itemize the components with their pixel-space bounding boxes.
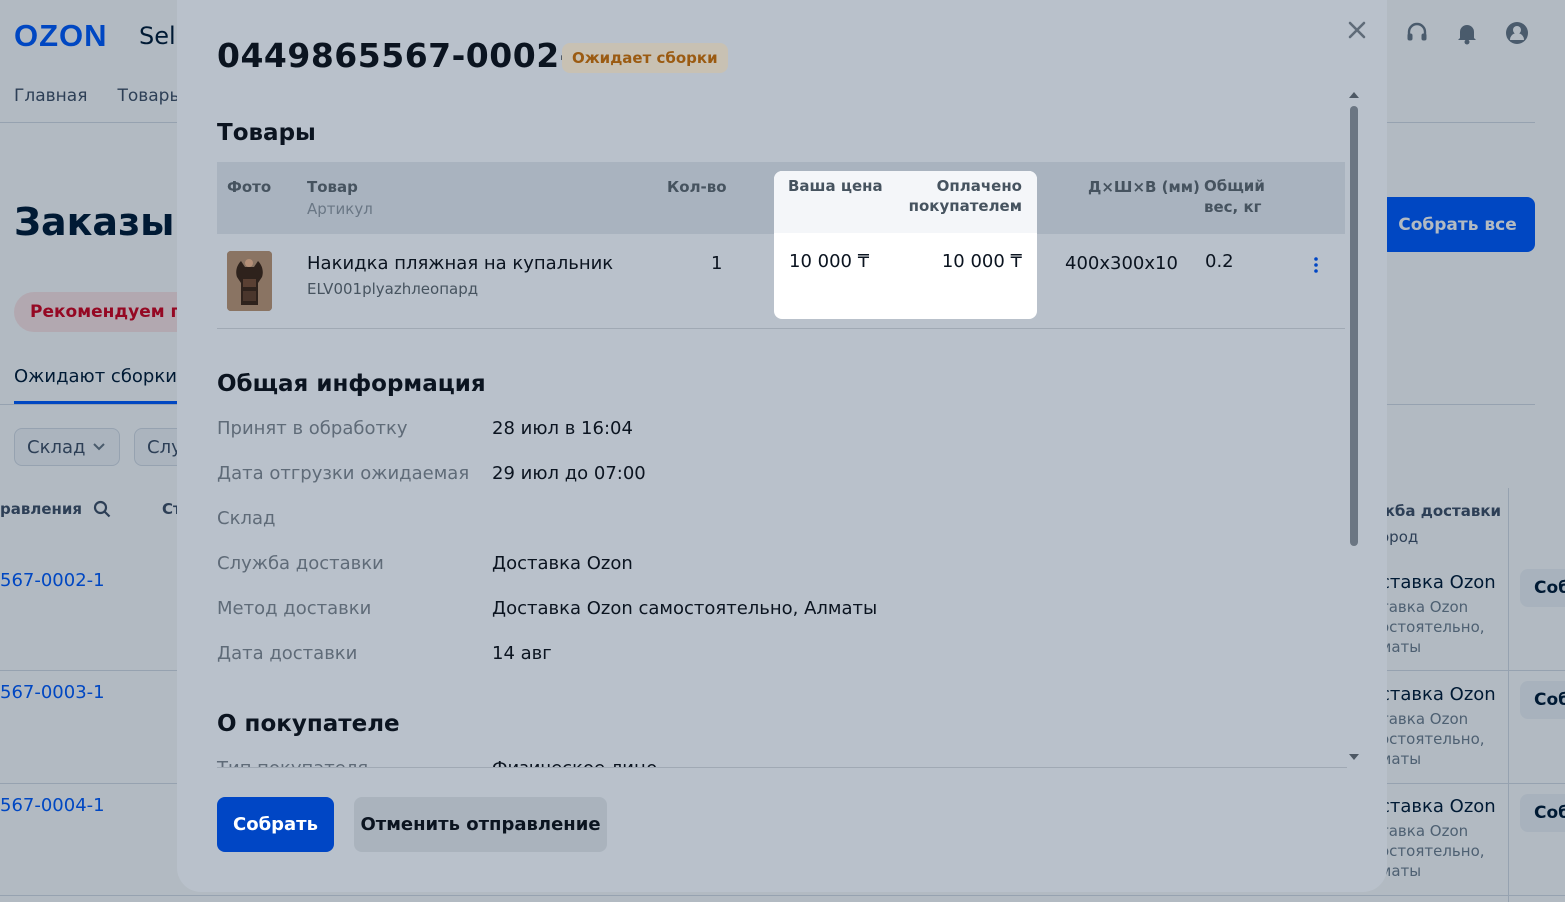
product-dimensions: 400x300x10	[1065, 253, 1178, 274]
info-value-accepted: 28 июл в 16:04	[492, 418, 633, 439]
column-photo: Фото	[227, 178, 272, 196]
scrollbar-thumb[interactable]	[1350, 106, 1358, 546]
product-quantity: 1	[711, 253, 723, 274]
cancel-shipment-button[interactable]: Отменить отправление	[354, 797, 607, 852]
info-label-expected-shipment: Дата отгрузки ожидаемая	[217, 463, 470, 484]
info-label-warehouse: Склад	[217, 508, 276, 529]
info-label-delivery-service: Служба доставки	[217, 553, 384, 574]
status-badge: Ожидает сборки	[562, 43, 728, 73]
info-value-delivery-service: Доставка Ozon	[492, 553, 633, 574]
column-dimensions: Д×Ш×В (мм)	[1088, 178, 1200, 196]
column-your-price: Ваша цена	[788, 177, 883, 195]
product-name[interactable]: Накидка пляжная на купальник	[307, 253, 613, 274]
buyer-section-title: О покупателе	[217, 711, 400, 737]
product-photo[interactable]	[227, 251, 272, 311]
info-value-delivery-date: 14 авг	[492, 643, 552, 664]
product-sku: ELV001plyazhлеопард	[307, 280, 479, 298]
more-vertical-icon[interactable]	[1310, 256, 1322, 274]
column-sku: Артикул	[307, 200, 373, 218]
close-icon[interactable]	[1345, 18, 1369, 42]
your-price-value: 10 000 ₸	[789, 251, 870, 272]
info-value-expected-shipment: 29 июл до 07:00	[492, 463, 646, 484]
info-label-delivery-date: Дата доставки	[217, 643, 358, 664]
scroll-down-arrow-icon[interactable]	[1349, 754, 1359, 760]
price-columns-highlight: Ваша цена Оплачено покупателем 10 000 ₸ …	[774, 171, 1037, 319]
column-quantity: Кол-во	[667, 178, 727, 196]
paid-value: 10 000 ₸	[941, 251, 1022, 272]
products-section-title: Товары	[217, 120, 316, 146]
info-label-accepted: Принят в обработку	[217, 418, 408, 439]
footer-divider	[217, 767, 1347, 768]
scroll-up-arrow-icon[interactable]	[1349, 92, 1359, 98]
product-row-divider	[217, 328, 1345, 329]
column-weight: Общий вес, кг	[1204, 177, 1265, 216]
product-weight: 0.2	[1205, 251, 1234, 272]
column-paid-by-buyer: Оплачено покупателем	[908, 177, 1022, 215]
modal-scroll-body[interactable]: Товары Фото Товар Артикул Кол-во Д×Ш×В (…	[177, 96, 1345, 768]
info-value-delivery-method: Доставка Ozon самостоятельно, Алматы	[492, 598, 878, 619]
general-info-section-title: Общая информация	[217, 371, 486, 397]
column-product: Товар Артикул	[307, 178, 373, 218]
order-details-modal: 0449865567-0002-1 Ожидает сборки Товары …	[177, 0, 1387, 892]
order-number-title: 0449865567-0002-1	[217, 36, 598, 75]
info-label-delivery-method: Метод доставки	[217, 598, 372, 619]
collect-button[interactable]: Собрать	[217, 797, 334, 852]
